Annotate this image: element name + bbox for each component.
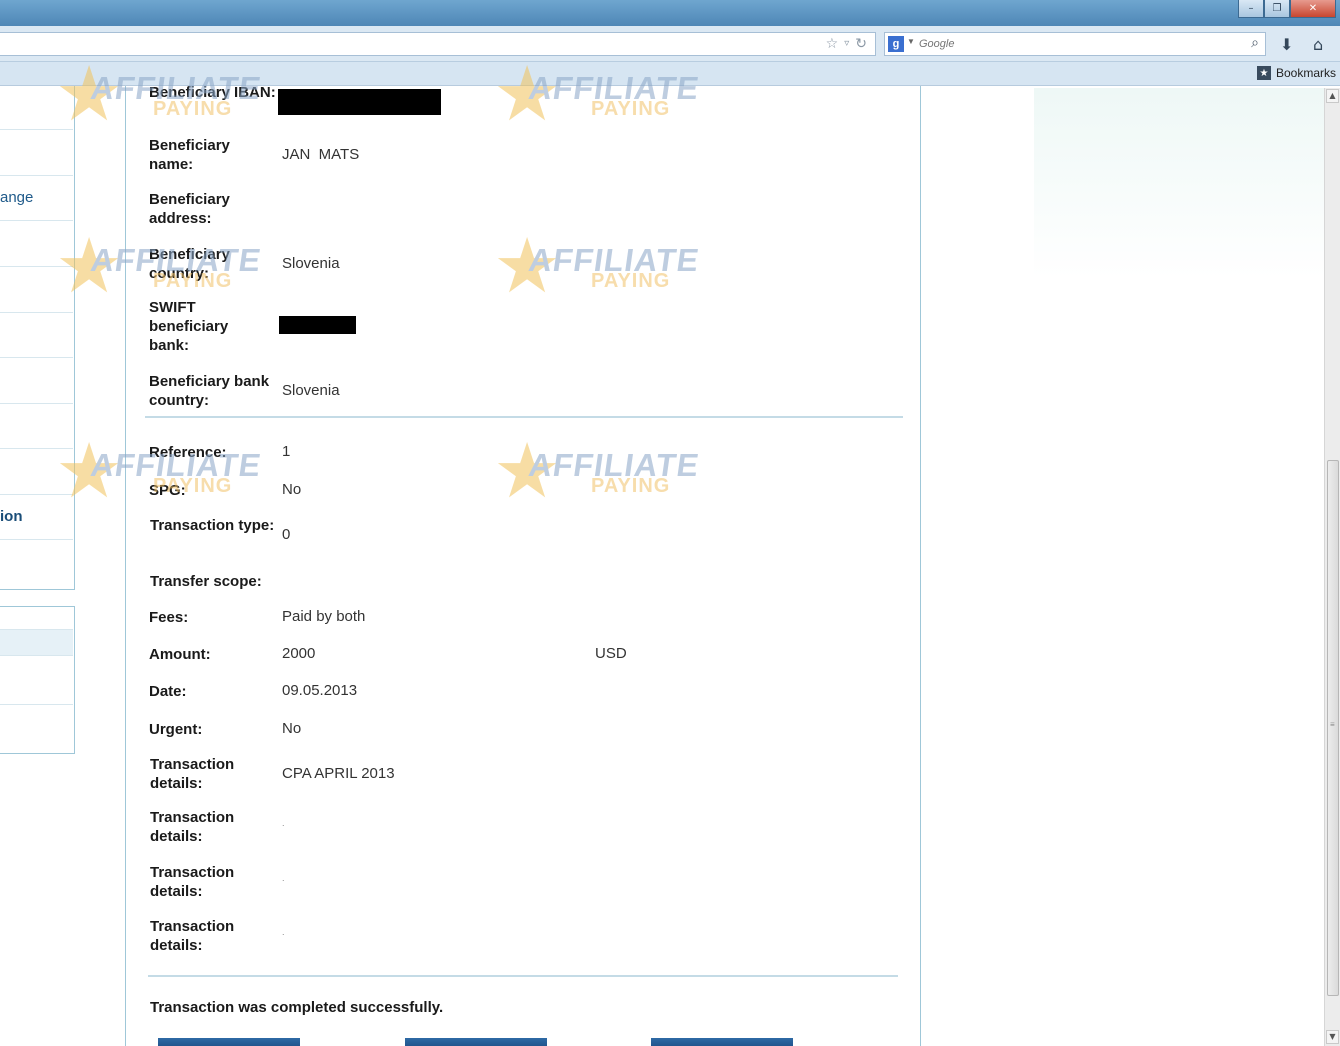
field-label: Reference: [149,444,227,461]
success-message: Transaction was completed successfully. [150,999,444,1016]
home-icon[interactable]: ⌂ [1313,35,1323,54]
sidebar-subitem-highlighted[interactable] [0,629,73,655]
beneficiary-name-value: JAN MATS [282,146,360,163]
bookmarks-label: Bookmarks [1275,66,1336,80]
search-engine-icon[interactable]: g [888,36,904,52]
vertical-scrollbar[interactable]: ▲ ≡ ▼ [1324,88,1340,1046]
reload-icon[interactable]: ↻ [855,36,867,52]
history-dropdown-icon[interactable]: ▿ [844,36,849,52]
transaction-type-value: 0 [282,526,291,543]
field-label: Date: [149,683,187,700]
scrollbar-thumb[interactable]: ≡ [1327,460,1339,996]
sidebar-submenu [0,606,75,754]
field-label: Beneficiary country: [149,246,230,282]
search-input[interactable] [919,35,1229,53]
close-button[interactable]: ✕ [1290,0,1336,18]
redacted-iban [278,89,441,115]
search-engine-dropdown-icon[interactable]: ▼ [907,37,915,46]
right-decoration [1034,88,1324,278]
field-label: Transaction type: [150,517,275,534]
spg-value: No [282,481,302,498]
field-label: SWIFT beneficiary bank: [149,299,229,354]
field-label: Beneficiary address: [149,191,230,227]
browser-navbar: ☆ ▿ ↻ g ▼ ⌕ ⬇ ⌂ [0,26,1340,62]
sidebar-item-active[interactable]: ion [0,508,23,525]
field-label: Transaction details: [150,918,235,954]
transaction-details-value: CPA APRIL 2013 [282,765,395,782]
scroll-up-icon[interactable]: ▲ [1326,89,1339,103]
field-label: Beneficiary bank country: [149,373,270,409]
transaction-panel [125,86,921,1046]
field-label: Beneficiary name: [149,137,230,173]
search-icon[interactable]: ⌕ [1251,35,1259,51]
restore-button[interactable]: ❐ [1264,0,1290,18]
bookmarks-button[interactable]: ★ Bookmarks [1256,66,1336,80]
window-titlebar: – ❐ ✕ [0,0,1340,26]
currency-value: USD [595,645,627,662]
section-divider [148,975,898,977]
action-button-1[interactable] [158,1038,300,1046]
field-label: Transfer scope: [150,573,262,590]
url-bar[interactable]: ☆ ▿ ↻ [0,32,876,56]
action-button-2[interactable] [405,1038,547,1046]
redacted-swift [279,316,356,334]
amount-value: 2000 [282,645,316,662]
transaction-details-value: . [282,818,285,828]
bank-country-value: Slovenia [282,382,340,399]
field-label: Fees: [149,609,189,626]
section-divider [145,416,903,418]
field-label: SPG: [149,482,186,499]
fees-value: Paid by both [282,608,366,625]
scrollbar-grip-icon: ≡ [1330,720,1335,729]
field-label: Transaction details: [150,809,235,845]
transaction-details-value: . [282,873,285,883]
window-controls: – ❐ ✕ [1238,0,1336,18]
minimize-button[interactable]: – [1238,0,1264,18]
action-button-3[interactable] [651,1038,793,1046]
sidebar-item-link[interactable]: ange [0,189,33,206]
reference-value: 1 [282,443,291,460]
search-bar[interactable]: g ▼ ⌕ [884,32,1266,56]
bookmarks-icon: ★ [1256,66,1271,80]
date-value: 09.05.2013 [282,682,358,699]
field-label: Transaction details: [150,864,235,900]
bookmark-star-icon[interactable]: ☆ [826,36,839,52]
beneficiary-country-value: Slovenia [282,255,340,272]
field-label: Amount: [149,646,211,663]
field-label: Beneficiary IBAN: [149,84,276,101]
scroll-down-icon[interactable]: ▼ [1326,1030,1339,1044]
transaction-details-value: . [282,927,285,937]
urgent-value: No [282,720,302,737]
field-label: Transaction details: [150,756,235,792]
field-label: Urgent: [149,721,203,738]
download-icon[interactable]: ⬇ [1280,35,1293,54]
sidebar-menu: ange ion [0,86,75,590]
